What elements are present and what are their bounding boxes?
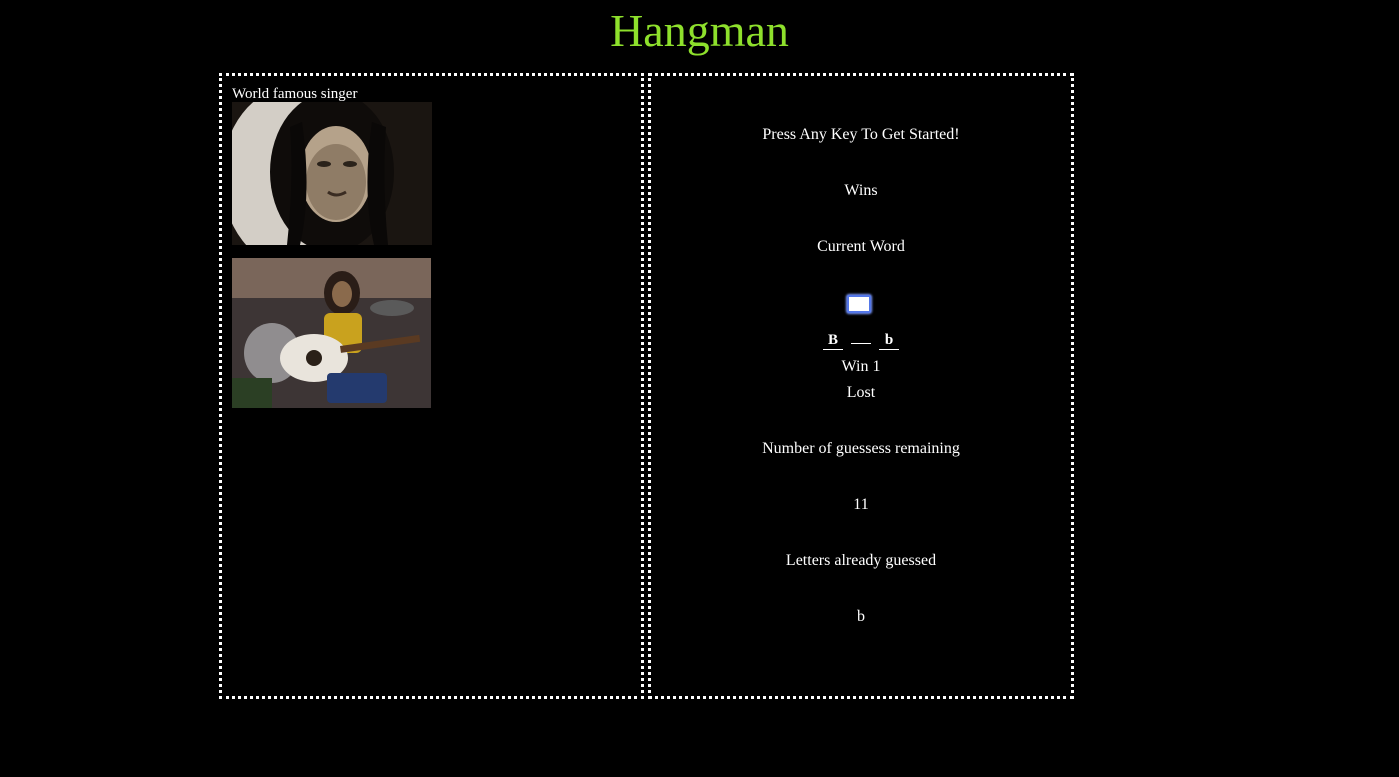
- letters-guessed-value: b: [857, 608, 865, 625]
- start-prompt: Press Any Key To Get Started!: [762, 126, 960, 143]
- word-slot: [851, 343, 871, 344]
- word-slot: b: [879, 331, 899, 350]
- hint-panel: World famous singer: [219, 73, 644, 699]
- singer-guitar-image: [232, 258, 431, 408]
- key-capture-input[interactable]: [847, 295, 871, 313]
- hint-text: World famous singer: [232, 86, 358, 102]
- singer-portrait-image: [232, 102, 432, 245]
- letters-guessed-heading: Letters already guessed: [785, 552, 937, 569]
- word-slot: B: [823, 331, 843, 350]
- wins-count: Win 1: [841, 358, 881, 375]
- guesses-remaining-value: 11: [853, 496, 869, 513]
- wins-heading: Wins: [844, 182, 878, 199]
- guesses-remaining-heading: Number of guessess remaining: [762, 440, 960, 457]
- current-word-heading: Current Word: [817, 238, 905, 255]
- current-word: Bb: [651, 331, 1071, 350]
- game-panel: Press Any Key To Get Started! Wins Curre…: [648, 73, 1074, 699]
- page-title: Hangman: [610, 5, 789, 56]
- lost-count: Lost: [846, 384, 876, 401]
